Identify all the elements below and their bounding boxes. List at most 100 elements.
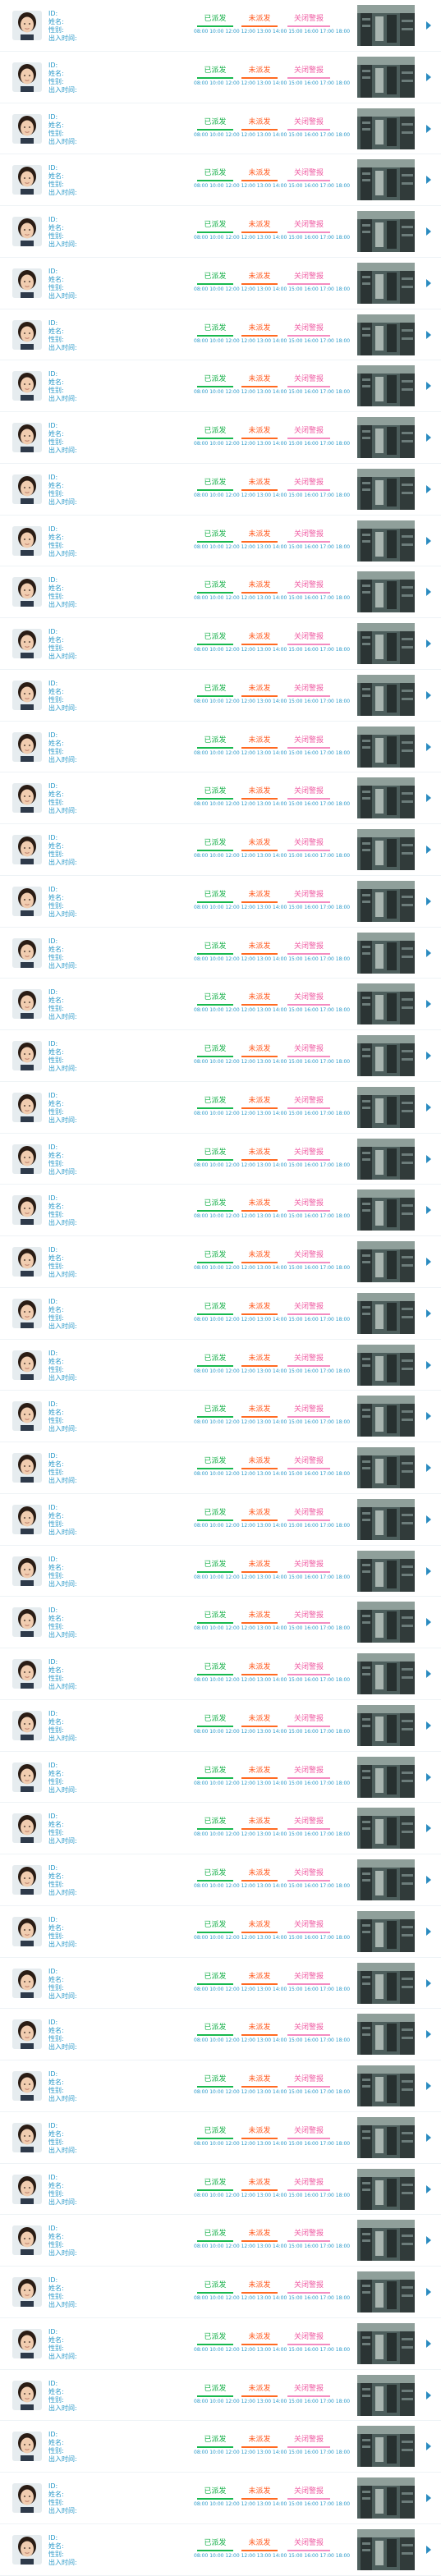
status-dispatched[interactable]: 已派发 — [197, 1199, 233, 1212]
status-not-dispatched[interactable]: 未派发 — [241, 1561, 278, 1573]
record-row[interactable]: ID: 姓名: 性别: 出入时间: 已派发 未派发 关闭警报 08:00 10:… — [0, 1442, 441, 1494]
status-dispatched[interactable]: 已派发 — [197, 839, 233, 851]
status-not-dispatched[interactable]: 未派发 — [241, 581, 278, 594]
triangle-right-icon[interactable] — [426, 690, 431, 699]
status-dispatched[interactable]: 已派发 — [197, 1354, 233, 1367]
record-row[interactable]: ID: 姓名: 性别: 出入时间: 已派发 未派发 关闭警报 08:00 10:… — [0, 876, 441, 928]
triangle-right-icon[interactable] — [426, 2339, 431, 2348]
status-not-dispatched[interactable]: 未派发 — [241, 479, 278, 491]
record-row[interactable]: ID: 姓名: 性别: 出入时间: 已派发 未派发 关闭警报 08:00 10:… — [0, 2112, 441, 2164]
snapshot-thumbnail[interactable] — [357, 1550, 415, 1592]
triangle-right-icon[interactable] — [426, 1772, 431, 1781]
triangle-right-icon[interactable] — [426, 330, 431, 339]
status-dispatched[interactable]: 已派发 — [197, 633, 233, 645]
status-not-dispatched[interactable]: 未派发 — [241, 736, 278, 749]
status-not-dispatched[interactable]: 未派发 — [241, 118, 278, 131]
triangle-right-icon[interactable] — [426, 1618, 431, 1627]
status-dispatched[interactable]: 已派发 — [197, 2127, 233, 2139]
status-not-dispatched[interactable]: 未派发 — [241, 530, 278, 543]
triangle-right-icon[interactable] — [426, 1927, 431, 1936]
record-row[interactable]: ID: 姓名: 性别: 出入时间: 已派发 未派发 关闭警报 08:00 10:… — [0, 2370, 441, 2422]
snapshot-thumbnail[interactable] — [357, 1704, 415, 1746]
status-not-dispatched[interactable]: 未派发 — [241, 273, 278, 285]
status-dispatched[interactable]: 已派发 — [197, 1561, 233, 1573]
snapshot-thumbnail[interactable] — [357, 880, 415, 922]
status-close-alarm[interactable]: 关闭警报 — [287, 273, 330, 285]
status-dispatched[interactable]: 已派发 — [197, 685, 233, 697]
status-dispatched[interactable]: 已派发 — [197, 1973, 233, 1985]
record-row[interactable]: ID: 姓名: 性别: 出入时间: 已派发 未派发 关闭警报 08:00 10:… — [0, 1134, 441, 1185]
status-not-dispatched[interactable]: 未派发 — [241, 1457, 278, 1469]
status-dispatched[interactable]: 已派发 — [197, 2436, 233, 2449]
record-row[interactable]: ID: 姓名: 性别: 出入时间: 已派发 未派发 关闭警报 08:00 10:… — [0, 824, 441, 876]
status-close-alarm[interactable]: 关闭警报 — [287, 221, 330, 233]
snapshot-thumbnail[interactable] — [357, 1808, 415, 1849]
status-dispatched[interactable]: 已派发 — [197, 993, 233, 1006]
record-row[interactable]: ID: 姓名: 性别: 出入时间: 已派发 未派发 关闭警报 08:00 10:… — [0, 2473, 441, 2524]
record-row[interactable]: ID: 姓名: 性别: 出入时间: 已派发 未派发 关闭警报 08:00 10:… — [0, 1494, 441, 1546]
triangle-right-icon[interactable] — [426, 794, 431, 803]
status-not-dispatched[interactable]: 未派发 — [241, 1869, 278, 1882]
status-dispatched[interactable]: 已派发 — [197, 2539, 233, 2551]
triangle-right-icon[interactable] — [426, 1412, 431, 1421]
record-row[interactable]: ID: 姓名: 性别: 出入时间: 已派发 未派发 关闭警报 08:00 10:… — [0, 618, 441, 670]
triangle-right-icon[interactable] — [426, 2236, 431, 2245]
status-dispatched[interactable]: 已派发 — [197, 787, 233, 800]
snapshot-thumbnail[interactable] — [357, 777, 415, 819]
record-row[interactable]: ID: 姓名: 性别: 出入时间: 已派发 未派发 关闭警报 08:00 10:… — [0, 1597, 441, 1648]
status-not-dispatched[interactable]: 未派发 — [241, 1199, 278, 1212]
snapshot-thumbnail[interactable] — [357, 623, 415, 664]
triangle-right-icon[interactable] — [426, 1876, 431, 1884]
record-row[interactable]: ID: 姓名: 性别: 出入时间: 已派发 未派发 关闭警报 08:00 10:… — [0, 1803, 441, 1854]
status-not-dispatched[interactable]: 未派发 — [241, 324, 278, 337]
status-dispatched[interactable]: 已派发 — [197, 1921, 233, 1933]
status-dispatched[interactable]: 已派发 — [197, 1457, 233, 1469]
status-not-dispatched[interactable]: 未派发 — [241, 891, 278, 903]
status-not-dispatched[interactable]: 未派发 — [241, 2487, 278, 2500]
record-row[interactable]: ID: 姓名: 性别: 出入时间: 已派发 未派发 关闭警报 08:00 10:… — [0, 566, 441, 618]
triangle-right-icon[interactable] — [426, 2030, 431, 2039]
triangle-right-icon[interactable] — [426, 278, 431, 287]
status-dispatched[interactable]: 已派发 — [197, 2487, 233, 2500]
status-dispatched[interactable]: 已派发 — [197, 1405, 233, 1419]
triangle-right-icon[interactable] — [426, 1670, 431, 1678]
status-dispatched[interactable]: 已派发 — [197, 324, 233, 337]
status-close-alarm[interactable]: 关闭警报 — [287, 1767, 330, 1779]
status-dispatched[interactable]: 已派发 — [197, 375, 233, 388]
status-close-alarm[interactable]: 关闭警报 — [287, 169, 330, 182]
snapshot-thumbnail[interactable] — [357, 314, 415, 355]
record-row[interactable]: ID: 姓名: 性别: 出入时间: 已派发 未派发 关闭警报 08:00 10:… — [0, 52, 441, 103]
status-close-alarm[interactable]: 关闭警报 — [287, 2024, 330, 2037]
status-close-alarm[interactable]: 关闭警报 — [287, 1303, 330, 1315]
status-not-dispatched[interactable]: 未派发 — [241, 1303, 278, 1315]
status-dispatched[interactable]: 已派发 — [197, 530, 233, 543]
status-dispatched[interactable]: 已派发 — [197, 736, 233, 749]
snapshot-thumbnail[interactable] — [357, 932, 415, 974]
record-row[interactable]: ID: 姓名: 性别: 出入时间: 已派发 未派发 关闭警报 08:00 10:… — [0, 0, 441, 52]
status-dispatched[interactable]: 已派发 — [197, 2230, 233, 2243]
snapshot-thumbnail[interactable] — [357, 2477, 415, 2519]
status-not-dispatched[interactable]: 未派发 — [241, 2024, 278, 2037]
snapshot-thumbnail[interactable] — [357, 1498, 415, 1540]
record-row[interactable]: ID: 姓名: 性别: 出入时间: 已派发 未派发 关闭警报 08:00 10:… — [0, 2421, 441, 2473]
triangle-right-icon[interactable] — [426, 896, 431, 905]
triangle-right-icon[interactable] — [426, 1102, 431, 1112]
record-row[interactable]: ID: 姓名: 性别: 出入时间: 已派发 未派发 关闭警报 08:00 10:… — [0, 1082, 441, 1134]
triangle-right-icon[interactable] — [426, 176, 431, 185]
status-close-alarm[interactable]: 关闭警报 — [287, 839, 330, 851]
record-row[interactable]: ID: 姓名: 性别: 出入时间: 已派发 未派发 关闭警报 08:00 10:… — [0, 1854, 441, 1906]
status-close-alarm[interactable]: 关闭警报 — [287, 633, 330, 645]
status-close-alarm[interactable]: 关闭警报 — [287, 1045, 330, 1057]
triangle-right-icon[interactable] — [426, 1360, 431, 1369]
snapshot-thumbnail[interactable] — [357, 2528, 415, 2570]
status-dispatched[interactable]: 已派发 — [197, 1303, 233, 1315]
status-close-alarm[interactable]: 关闭警报 — [287, 1199, 330, 1212]
status-close-alarm[interactable]: 关闭警报 — [287, 479, 330, 491]
status-not-dispatched[interactable]: 未派发 — [241, 1767, 278, 1779]
record-row[interactable]: ID: 姓名: 性别: 出入时间: 已派发 未派发 关闭警报 08:00 10:… — [0, 1236, 441, 1288]
status-not-dispatched[interactable]: 未派发 — [241, 1921, 278, 1933]
status-dispatched[interactable]: 已派发 — [197, 581, 233, 594]
triangle-right-icon[interactable] — [426, 1206, 431, 1215]
status-close-alarm[interactable]: 关闭警报 — [287, 1611, 330, 1625]
status-not-dispatched[interactable]: 未派发 — [241, 66, 278, 79]
